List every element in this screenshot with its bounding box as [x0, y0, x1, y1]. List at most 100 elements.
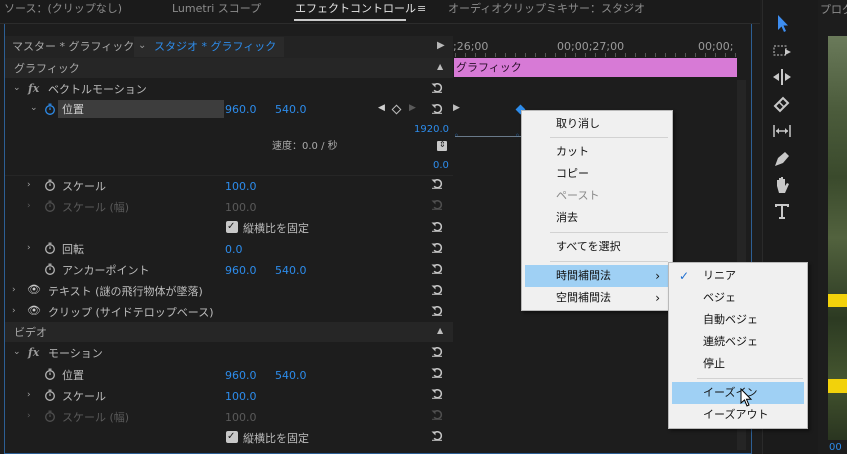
motion-uniform-scale-checkbox[interactable]: ✓ [226, 431, 238, 443]
tab-audio-clip-mixer[interactable]: オーディオクリップミキサー：スタジオ [448, 0, 645, 22]
collapse-up-icon[interactable]: ▲ [437, 327, 443, 335]
submenu-item-auto-bezier[interactable]: 自動ベジェ [669, 309, 807, 331]
slip-tool-icon[interactable] [770, 120, 794, 142]
chevron-right-icon[interactable]: › [27, 181, 31, 190]
reset-parameter-icon[interactable] [431, 305, 443, 316]
master-clip-label[interactable]: マスター * グラフィック [12, 41, 134, 52]
program-timecode: 00 [829, 442, 842, 453]
property-motion: モーション [48, 347, 103, 360]
stopwatch-icon[interactable] [44, 368, 56, 380]
reset-parameter-icon[interactable] [431, 221, 443, 232]
tab-lumetri-scopes[interactable]: Lumetri スコープ [172, 0, 261, 22]
playhead-marker-icon: ▶ [453, 103, 460, 113]
menu-item-copy[interactable]: コピー [522, 163, 672, 185]
stopwatch-icon-active[interactable] [44, 103, 56, 115]
motion-uniform-scale-label: 縦横比を固定 [243, 432, 309, 445]
layer-clip: クリップ (サイドテロップベース) [48, 306, 214, 319]
pen-tool-icon[interactable] [770, 148, 794, 170]
reset-parameter-icon[interactable] [431, 388, 443, 399]
active-tab-underline [294, 19, 406, 21]
chevron-right-icon: › [27, 201, 31, 211]
chevron-right-icon[interactable]: › [12, 307, 16, 316]
menu-item-clear[interactable]: 消去 [522, 207, 672, 229]
tab-source[interactable]: ソース：(クリップなし) [4, 0, 122, 22]
chevron-down-icon[interactable]: ⌄ [13, 348, 21, 357]
interpolation-submenu: ✓ リニア ベジェ 自動ベジェ 連続ベジェ 停止 イーズイン イーズアウト [668, 262, 808, 429]
sequence-clip-selector[interactable]: ⌄ スタジオ * グラフィック [134, 37, 284, 57]
reset-parameter-icon[interactable] [431, 263, 443, 274]
property-anchor-point: アンカーポイント [62, 264, 150, 277]
reset-parameter-icon[interactable] [431, 178, 443, 189]
submenu-item-linear[interactable]: ✓ リニア [669, 265, 807, 287]
next-keyframe-icon[interactable]: ▶ [409, 104, 416, 113]
reset-parameter-icon[interactable] [431, 82, 443, 93]
track-select-tool-icon[interactable] [770, 40, 794, 62]
reset-parameter-icon[interactable] [431, 430, 443, 441]
graph-handle-left[interactable]: ◦ [454, 132, 459, 140]
submenu-item-ease-in[interactable]: イーズイン [672, 382, 804, 404]
property-vector-motion: ベクトルモーション [48, 83, 147, 96]
submenu-item-ease-out[interactable]: イーズアウト [669, 404, 807, 426]
submenu-item-hold[interactable]: 停止 [669, 353, 807, 375]
motion-position-y-value[interactable]: 540.0 [275, 370, 307, 381]
chevron-right-icon[interactable]: › [27, 391, 31, 400]
reset-parameter-icon [431, 199, 443, 210]
uniform-scale-label: 縦横比を固定 [243, 222, 309, 235]
reset-parameter-icon[interactable] [431, 284, 443, 295]
chevron-right-icon[interactable]: › [27, 244, 31, 253]
anchor-y-value[interactable]: 540.0 [275, 265, 307, 276]
row-divider [5, 175, 453, 176]
fx-icon[interactable]: fx [28, 83, 39, 94]
position-x-value[interactable]: 960.0 [225, 104, 257, 115]
chevron-down-icon[interactable]: ⌄ [13, 84, 21, 93]
stopwatch-icon[interactable] [44, 389, 56, 401]
reset-parameter-icon[interactable] [431, 242, 443, 253]
chevron-down-icon[interactable]: ⌄ [30, 104, 38, 113]
tab-program-monitor[interactable]: プログ [820, 4, 847, 15]
menu-item-temporal-interpolation[interactable]: 時間補間法 › [525, 265, 669, 287]
position-y-value[interactable]: 540.0 [275, 104, 307, 115]
razor-tool-icon[interactable] [770, 92, 794, 114]
graph-toggle-icon[interactable]: ⇕ [437, 141, 447, 151]
tab-menu-icon[interactable]: ≡ [417, 0, 426, 22]
chevron-right-icon[interactable]: › [12, 286, 16, 295]
scale-value[interactable]: 100.0 [225, 181, 257, 192]
menu-separator [550, 137, 668, 138]
motion-scale-width-value: 100.0 [225, 411, 257, 424]
stopwatch-icon[interactable] [44, 179, 56, 191]
menu-item-select-all[interactable]: すべてを選択 [522, 236, 672, 258]
selection-tool-icon[interactable] [770, 12, 794, 34]
submenu-item-continuous-bezier[interactable]: 連続ベジェ [669, 331, 807, 353]
menu-item-cut[interactable]: カット [522, 141, 672, 163]
reset-parameter-icon[interactable] [431, 346, 443, 357]
visibility-eye-icon[interactable]: 👁 [27, 305, 41, 316]
context-menu: 取り消し カット コピー ペースト 消去 すべてを選択 時間補間法 › 空間補間… [521, 110, 673, 311]
program-video-frame [828, 36, 847, 440]
timeline-clip[interactable]: グラフィック [454, 58, 737, 77]
visibility-eye-icon[interactable]: 👁 [27, 284, 41, 295]
hand-tool-icon[interactable] [770, 174, 794, 196]
menu-item-spatial-interpolation[interactable]: 空間補間法 › [522, 287, 672, 309]
motion-scale-value[interactable]: 100.0 [225, 391, 257, 402]
sequence-clip-label: スタジオ * グラフィック [154, 40, 277, 53]
fx-icon[interactable]: fx [28, 347, 39, 358]
stopwatch-icon[interactable] [44, 242, 56, 254]
chevron-down-icon: ⌄ [138, 40, 147, 51]
uniform-scale-checkbox[interactable]: ✓ [226, 221, 238, 233]
reset-parameter-icon [431, 409, 443, 420]
prev-keyframe-icon[interactable]: ◀ [378, 104, 385, 113]
collapse-up-icon[interactable]: ▲ [437, 63, 443, 71]
reset-parameter-icon[interactable] [431, 367, 443, 378]
stopwatch-icon[interactable] [44, 263, 56, 275]
reset-parameter-icon[interactable] [431, 103, 443, 114]
ripple-edit-tool-icon[interactable] [770, 66, 794, 88]
submenu-item-bezier[interactable]: ベジェ [669, 287, 807, 309]
menu-item-undo[interactable]: 取り消し [522, 113, 672, 135]
rotation-value[interactable]: 0.0 [225, 244, 243, 255]
motion-position-x-value[interactable]: 960.0 [225, 370, 257, 381]
anchor-x-value[interactable]: 960.0 [225, 265, 257, 276]
type-tool-icon[interactable] [770, 200, 794, 222]
property-motion-position: 位置 [62, 369, 84, 382]
graph-handle-right[interactable]: ◦ [515, 132, 520, 140]
play-only-icon[interactable]: ▶ [437, 41, 445, 51]
